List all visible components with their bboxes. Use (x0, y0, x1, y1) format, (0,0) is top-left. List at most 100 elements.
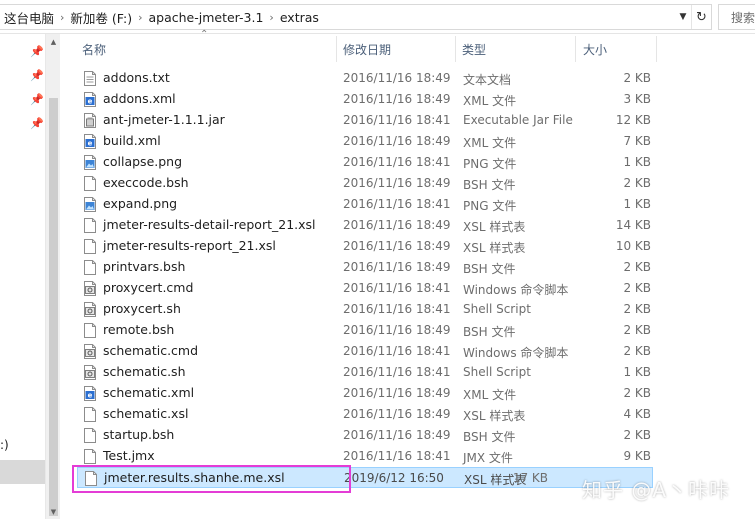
column-header-date-label: 修改日期 (343, 42, 392, 57)
script-file-icon (83, 365, 97, 380)
file-name: proxycert.sh (103, 301, 181, 316)
scroll-down-arrow-icon[interactable]: ▼ (49, 508, 58, 516)
file-type: BSH 文件 (463, 325, 516, 339)
column-divider[interactable] (455, 36, 456, 62)
file-name: printvars.bsh (103, 259, 186, 274)
image-file-icon (83, 155, 97, 170)
file-modified-date: 2016/11/16 18:41 (343, 449, 451, 463)
pin-icon[interactable]: 📌 (30, 94, 44, 106)
column-divider[interactable] (575, 36, 576, 62)
file-row[interactable]: e addons.xml 2016/11/16 18:49 XML 文件 3 KB (77, 89, 755, 110)
column-divider[interactable] (656, 36, 657, 62)
file-modified-date: 2016/11/16 18:49 (343, 134, 451, 148)
file-type: JMX 文件 (463, 451, 513, 465)
file-modified-date: 2016/11/16 18:49 (343, 428, 451, 442)
column-header-size[interactable]: 大小 (583, 34, 655, 64)
file-name: startup.bsh (103, 427, 175, 442)
file-modified-date: 2016/11/16 18:49 (343, 407, 451, 421)
file-row[interactable]: e schematic.xml 2016/11/16 18:49 XML 文件 2 KB (77, 383, 755, 404)
file-row[interactable]: execcode.bsh 2016/11/16 18:49 BSH 文件 2 KB (77, 173, 755, 194)
file-size: 2 KB (623, 344, 651, 358)
breadcrumb-extras-folder[interactable]: extras (276, 10, 323, 25)
breadcrumb[interactable]: 这台电脑 › 新加卷 (F:) › apache-jmeter-3.1 › ex… (0, 4, 712, 30)
blank-file-icon (83, 176, 97, 191)
file-name: proxycert.cmd (103, 280, 194, 295)
file-row[interactable]: jmeter-results-detail-report_21.xsl 2016/… (77, 215, 755, 236)
file-size: 12 KB (615, 113, 651, 127)
column-header-type-label: 类型 (462, 42, 487, 57)
file-name: collapse.png (103, 154, 183, 169)
file-row[interactable]: schematic.sh 2016/11/16 18:41 Shell Script… (77, 362, 755, 383)
file-row[interactable]: addons.txt 2016/11/16 18:49 文本文档 2 KB (77, 68, 755, 89)
scroll-up-arrow-icon[interactable]: ▲ (49, 38, 58, 46)
address-history-dropdown-icon[interactable]: ▼ (675, 5, 691, 29)
file-type: XML 文件 (463, 94, 517, 108)
file-row[interactable]: collapse.png 2016/11/16 18:41 PNG 文件 1 KB (77, 152, 755, 173)
file-modified-date: 2016/11/16 18:49 (343, 386, 451, 400)
file-size: 2 KB (623, 428, 651, 442)
blank-file-icon (83, 428, 97, 443)
file-type: Windows 命令脚本 (463, 283, 569, 297)
breadcrumb-separator-icon[interactable]: › (58, 11, 66, 24)
file-row[interactable]: schematic.cmd 2016/11/16 18:41 Windows 命令脚… (77, 341, 755, 362)
file-name: schematic.xml (103, 385, 195, 400)
column-header-date[interactable]: 修改日期 (343, 34, 455, 64)
file-row[interactable]: expand.png 2016/11/16 18:41 PNG 文件 1 KB (77, 194, 755, 215)
nav-scrollbar-thumb[interactable] (49, 98, 58, 516)
blank-file-icon (83, 260, 97, 275)
watermark: 知乎 @A丶咔咔 (582, 478, 731, 502)
file-row[interactable]: jmeter-results-report_21.xsl 2016/11/16 1… (77, 236, 755, 257)
file-row[interactable]: remote.bsh 2016/11/16 18:49 BSH 文件 2 KB (77, 320, 755, 341)
file-type: XML 文件 (463, 388, 517, 402)
breadcrumb-drive-f[interactable]: 新加卷 (F:) (66, 8, 136, 27)
file-size: 2 KB (623, 176, 651, 190)
breadcrumb-this-pc[interactable]: 这台电脑 (0, 8, 58, 27)
breadcrumb-separator-icon[interactable]: › (136, 11, 144, 24)
file-modified-date: 2016/11/16 18:49 (343, 71, 451, 85)
file-row[interactable]: proxycert.sh 2016/11/16 18:41 Shell Script… (77, 299, 755, 320)
search-input[interactable]: 搜索 (718, 4, 755, 30)
file-name: schematic.xsl (103, 406, 189, 421)
file-size: 1 KB (623, 365, 651, 379)
file-row[interactable]: proxycert.cmd 2016/11/16 18:41 Windows 命令脚… (77, 278, 755, 299)
file-name: schematic.cmd (103, 343, 199, 358)
file-row[interactable]: Test.jmx 2016/11/16 18:41 JMX 文件 9 KB (77, 446, 755, 467)
file-modified-date: 2016/11/16 18:41 (343, 365, 451, 379)
file-type: XSL 样式表 (463, 220, 526, 234)
file-row[interactable]: printvars.bsh 2016/11/16 18:49 BSH 文件 2 KB (77, 257, 755, 278)
file-name: expand.png (103, 196, 178, 211)
file-list: addons.txt 2016/11/16 18:49 文本文档 2 KB e addon… (77, 68, 755, 488)
file-row[interactable]: schematic.xsl 2016/11/16 18:49 XSL 样式表 4 KB (77, 404, 755, 425)
file-row[interactable]: ant-jmeter-1.1.1.jar 2016/11/16 18:41 Exec… (77, 110, 755, 131)
file-modified-date: 2019/6/12 16:50 (344, 471, 444, 485)
file-size: 4 KB (623, 407, 651, 421)
file-size: 17 KB (512, 471, 548, 485)
file-size: 9 KB (623, 449, 651, 463)
file-name: build.xml (103, 133, 161, 148)
file-name: ant-jmeter-1.1.1.jar (103, 112, 225, 127)
breadcrumb-jmeter-folder[interactable]: apache-jmeter-3.1 (145, 10, 268, 25)
breadcrumb-separator-icon[interactable]: › (267, 11, 275, 24)
file-size: 2 KB (623, 386, 651, 400)
pin-icon[interactable]: 📌 (30, 118, 44, 130)
pin-icon[interactable]: 📌 (30, 70, 44, 82)
blank-file-icon (83, 407, 97, 422)
file-type: Windows 命令脚本 (463, 346, 569, 360)
column-header-name[interactable]: 名称 (82, 34, 336, 64)
file-row[interactable]: e build.xml 2016/11/16 18:49 XML 文件 7 KB (77, 131, 755, 152)
column-header-type[interactable]: 类型 (462, 34, 574, 64)
file-size: 3 KB (623, 92, 651, 106)
script-file-icon (83, 344, 97, 359)
pin-icon[interactable]: 📌 (30, 46, 44, 58)
nav-scrollbar[interactable]: ▲ ▼ (45, 34, 60, 519)
refresh-icon[interactable]: ↻ (691, 5, 711, 29)
nav-item-drive[interactable]: :) (0, 438, 9, 452)
nav-item-selected[interactable] (0, 460, 45, 484)
file-size: 2 KB (623, 323, 651, 337)
file-name: jmeter-results-detail-report_21.xsl (103, 217, 316, 232)
file-size: 2 KB (623, 302, 651, 316)
blank-file-icon (83, 323, 97, 338)
file-row[interactable]: startup.bsh 2016/11/16 18:49 BSH 文件 2 KB (77, 425, 755, 446)
file-modified-date: 2016/11/16 18:49 (343, 239, 451, 253)
column-divider[interactable] (336, 36, 337, 62)
